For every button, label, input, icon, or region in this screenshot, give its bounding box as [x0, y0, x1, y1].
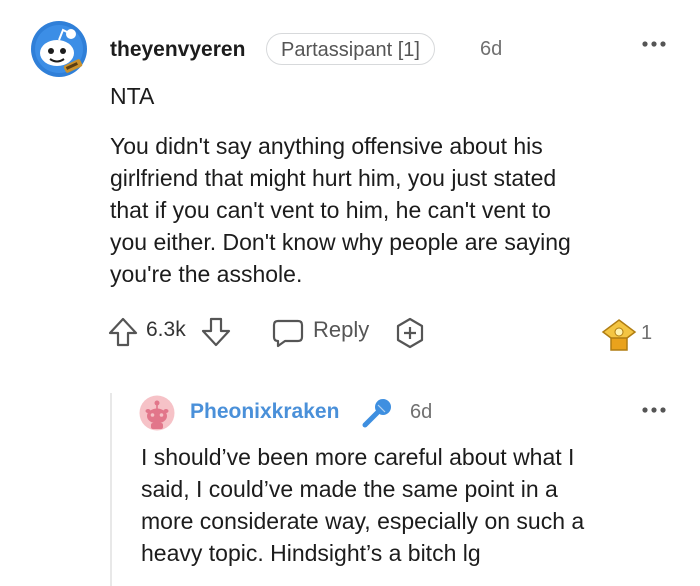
upvote-button[interactable]: [107, 316, 139, 348]
upvote-arrow-icon: [108, 317, 138, 347]
more-options-icon: [642, 407, 666, 413]
snoo-avatar-icon: [31, 21, 87, 77]
received-award[interactable]: [600, 318, 638, 354]
timestamp: 6d: [480, 38, 503, 60]
reply-timestamp: 6d: [410, 401, 433, 423]
thread-line[interactable]: [110, 393, 112, 586]
user-flair: Partassipant [1]: [266, 33, 435, 65]
more-options-button[interactable]: [641, 36, 667, 52]
reply-line: said, I could’ve made the same point in …: [141, 476, 558, 502]
downvote-arrow-icon: [201, 317, 231, 347]
comment-line: you're the asshole.: [110, 261, 303, 287]
original-poster-badge: [360, 396, 394, 430]
comment-verdict: NTA: [110, 83, 155, 109]
speech-bubble-icon: [272, 319, 304, 348]
vote-score: 6.3k: [146, 318, 186, 341]
comment-line: girlfriend that might hurt him, you just…: [110, 165, 557, 191]
comment-line: you either. Don't know why people are sa…: [110, 229, 571, 255]
reply-more-options-button[interactable]: [641, 402, 667, 418]
give-award-button[interactable]: [393, 316, 427, 350]
gold-award-icon: [601, 319, 637, 351]
comment-body: You didn't say anything offensive about …: [110, 130, 670, 290]
reply-body: I should’ve been more careful about what…: [141, 441, 681, 569]
avatar[interactable]: [30, 20, 88, 78]
reply-username[interactable]: Pheonixkraken: [190, 400, 339, 424]
reply-line: heavy topic. Hindsight’s a bitch lg: [141, 540, 481, 566]
reply-avatar[interactable]: [139, 395, 175, 431]
downvote-button[interactable]: [200, 316, 232, 348]
more-options-icon: [642, 41, 666, 47]
award-count: 1: [641, 322, 653, 344]
reply-line: more considerate way, especially on such…: [141, 508, 585, 534]
reply-button[interactable]: [271, 318, 305, 348]
microphone-icon: [362, 399, 391, 428]
reply-label[interactable]: Reply: [313, 317, 369, 343]
comment-line: You didn't say anything offensive about …: [110, 133, 543, 159]
add-award-icon: [396, 317, 424, 349]
reply-line: I should’ve been more careful about what…: [141, 444, 575, 470]
username[interactable]: theyenvyeren: [110, 38, 245, 62]
comment-line: that if you can't vent to him, he can't …: [110, 197, 551, 223]
snoo-avatar-icon: [139, 395, 175, 431]
